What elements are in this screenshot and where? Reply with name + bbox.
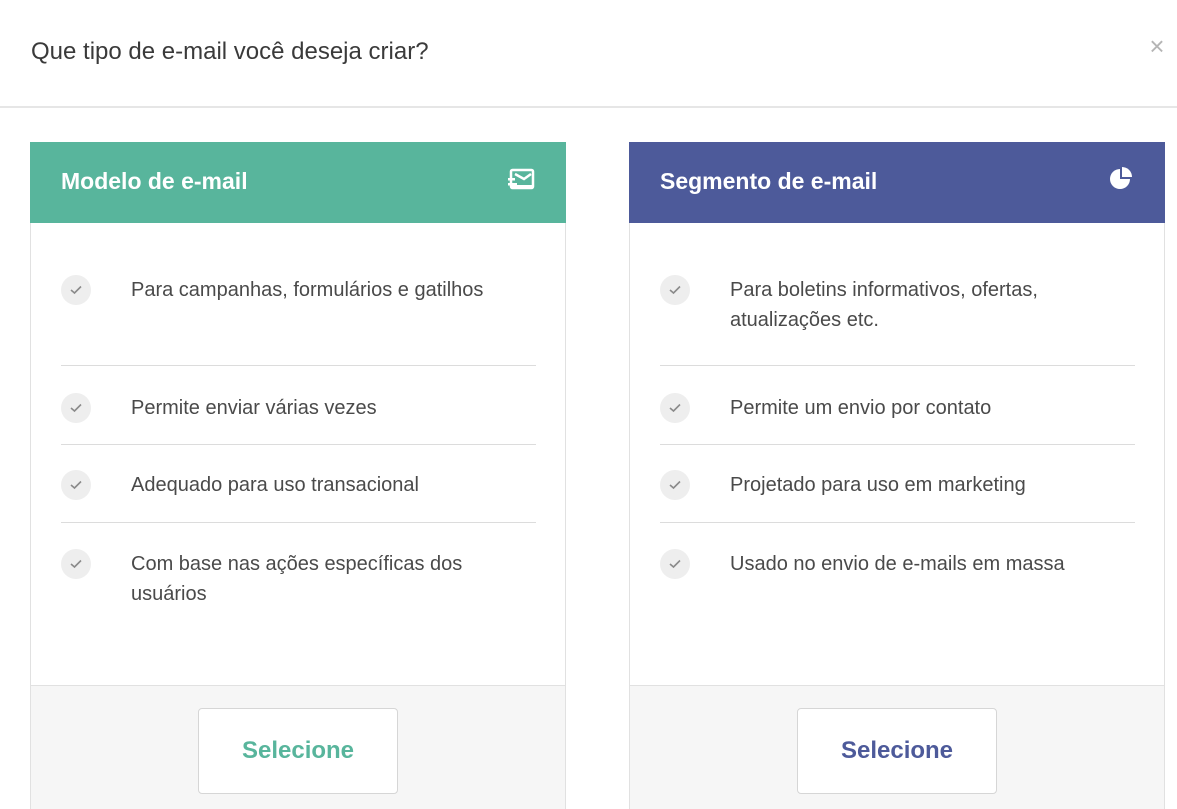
check-icon: [61, 470, 91, 500]
feature-list: Para boletins informativos, ofertas, atu…: [630, 223, 1164, 633]
card-footer: Selecione: [31, 685, 565, 809]
check-icon: [61, 393, 91, 423]
card-title: Segmento de e-mail: [660, 168, 878, 194]
feature-text: Usado no envio de e-mails em massa: [730, 553, 1065, 575]
pie-chart-icon: [1105, 164, 1135, 194]
feature-item: Adequado para uso transacional: [61, 445, 536, 523]
feature-item: Permite enviar várias vezes: [61, 366, 536, 445]
feature-item: Projetado para uso em marketing: [660, 445, 1135, 523]
feature-list: Para campanhas, formulários e gatilhos P…: [31, 223, 565, 633]
card-footer: Selecione: [630, 685, 1164, 809]
card-header: Segmento de e-mail: [629, 142, 1165, 223]
feature-text: Projetado para uso em marketing: [730, 474, 1026, 496]
feature-item: Permite um envio por contato: [660, 366, 1135, 445]
dialog-title: Que tipo de e-mail você deseja criar?: [31, 38, 429, 65]
check-icon: [61, 549, 91, 579]
check-icon: [660, 393, 690, 423]
feature-item: Com base nas ações específicas dos usuár…: [61, 523, 536, 633]
mail-template-icon: [506, 164, 536, 194]
check-icon: [660, 470, 690, 500]
select-segment-button[interactable]: Selecione: [797, 708, 997, 794]
card-header: Modelo de e-mail: [30, 142, 566, 223]
dialog-header: Que tipo de e-mail você deseja criar? ×: [0, 0, 1177, 108]
card-email-segment: Segmento de e-mail Para boletins informa…: [629, 142, 1165, 809]
feature-text: Permite um envio por contato: [730, 397, 992, 419]
email-type-dialog: Que tipo de e-mail você deseja criar? × …: [0, 0, 1177, 809]
feature-item: Usado no envio de e-mails em massa: [660, 523, 1135, 633]
select-template-button[interactable]: Selecione: [198, 708, 398, 794]
feature-text: Adequado para uso transacional: [131, 474, 419, 496]
card-email-template: Modelo de e-mail Para campanhas, formulá…: [30, 142, 566, 809]
feature-item: Para boletins informativos, ofertas, atu…: [660, 223, 1135, 366]
feature-text: Para campanhas, formulários e gatilhos: [131, 279, 484, 301]
feature-text: Com base nas ações específicas dos usuár…: [131, 553, 463, 605]
feature-text: Permite enviar várias vezes: [131, 397, 377, 419]
check-icon: [660, 275, 690, 305]
check-icon: [660, 549, 690, 579]
check-icon: [61, 275, 91, 305]
close-button[interactable]: ×: [1144, 33, 1170, 59]
card-title: Modelo de e-mail: [61, 168, 248, 194]
feature-item: Para campanhas, formulários e gatilhos: [61, 223, 536, 366]
feature-text: Para boletins informativos, ofertas, atu…: [730, 279, 1038, 331]
